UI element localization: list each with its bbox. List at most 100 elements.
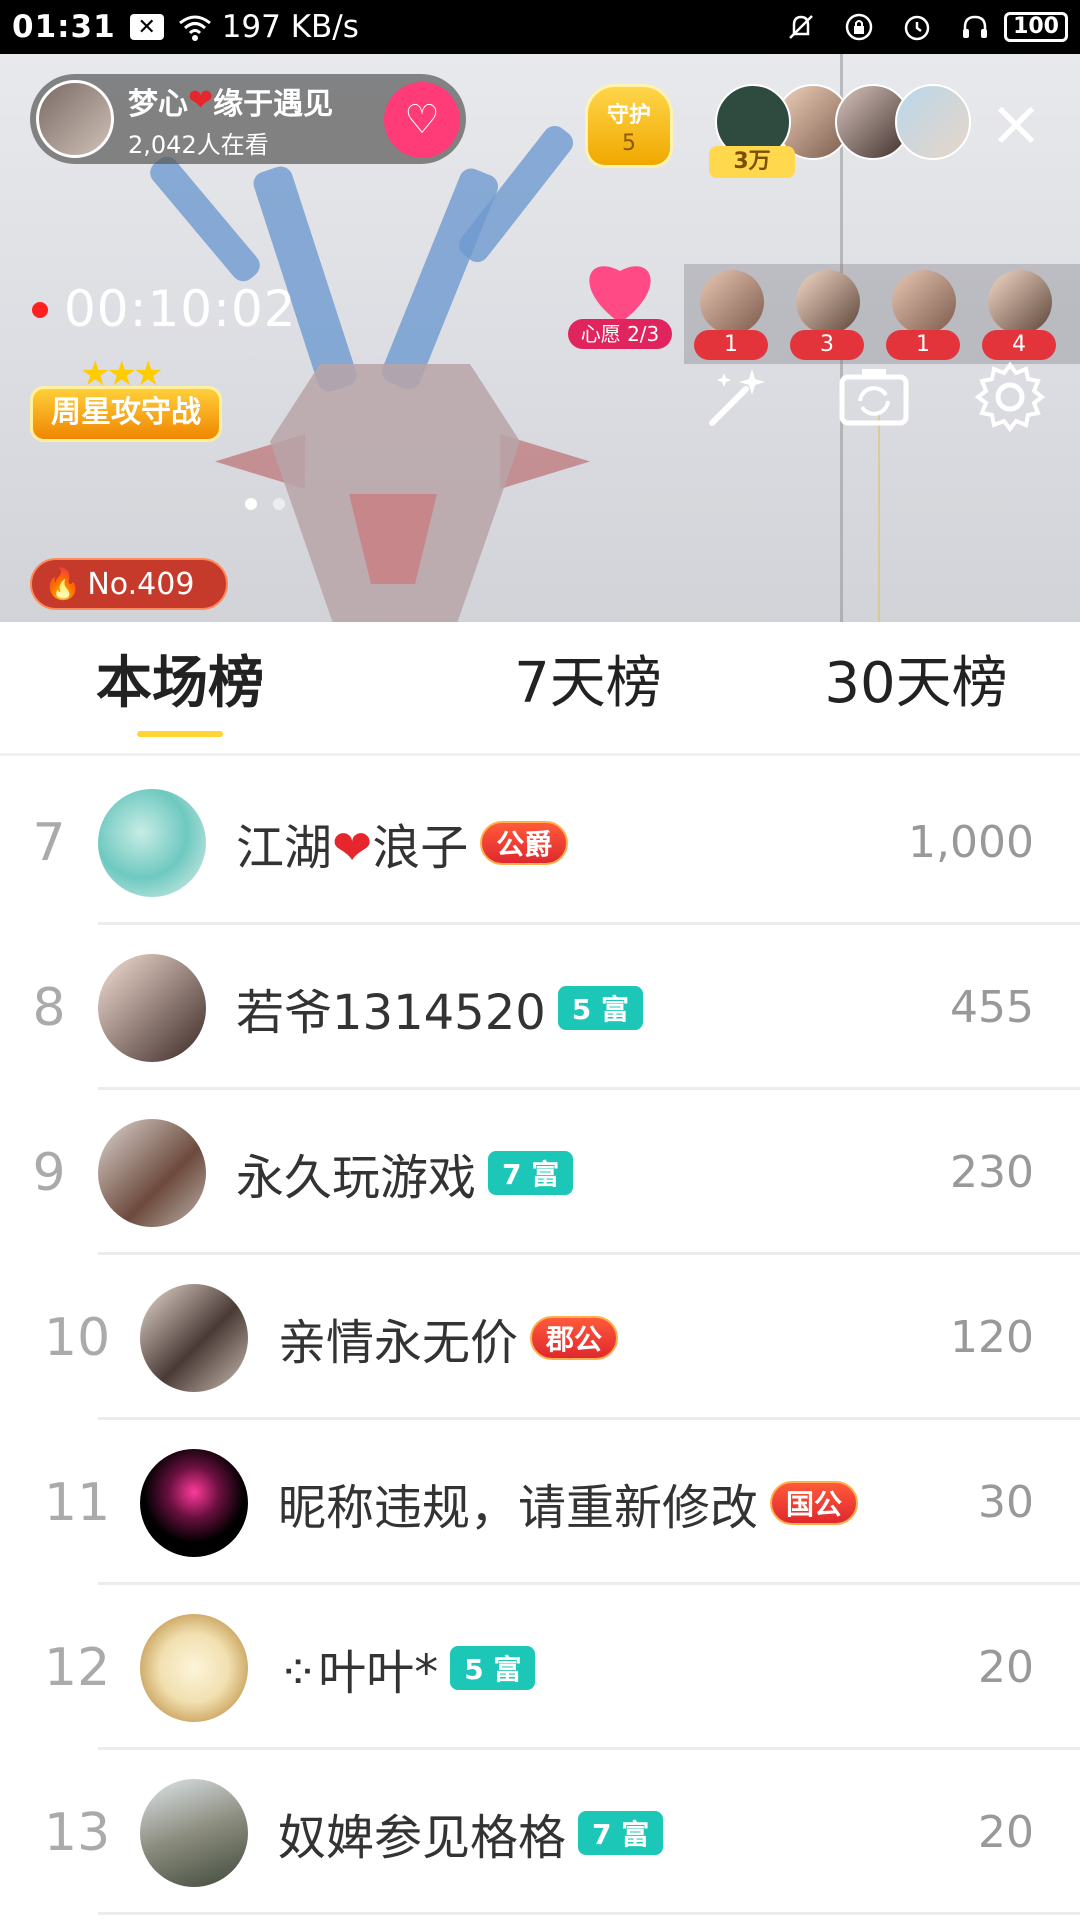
avatar[interactable] [98, 953, 206, 1062]
heart-icon: ❤ [188, 83, 214, 118]
notification-x-icon: ✕ [129, 14, 164, 40]
list-item[interactable]: 11 昵称违规，请重新修改 国公 30 [0, 1420, 1080, 1585]
contributor-avatar [796, 270, 860, 334]
magic-wand-icon[interactable] [700, 359, 776, 435]
top-viewers[interactable]: 3万 [709, 84, 971, 178]
user-name: ⁘叶叶* [278, 1644, 439, 1701]
viewer-avatar[interactable] [895, 84, 971, 160]
alarm-icon [902, 12, 932, 42]
rank-number: 7 [32, 812, 66, 873]
viewer-count: 2,042人在看 [128, 130, 269, 159]
score: 30 [978, 1477, 1034, 1528]
rich-level-badge: 5 富 [450, 1645, 536, 1690]
close-icon[interactable]: × [988, 92, 1044, 156]
user-name: 永久玩游戏 [236, 1149, 477, 1206]
guard-count: 5 [622, 131, 636, 156]
weekstar-badge[interactable]: ★★★ 周星攻守战 [30, 354, 222, 446]
rank-number: 10 [44, 1307, 111, 1368]
anchor-avatar[interactable] [36, 80, 114, 158]
anchor-name-part2: 缘于遇见 [213, 86, 334, 122]
hot-rank-label: No.409 [87, 566, 195, 602]
list-item[interactable]: 13 奴婢参见格格 7 富 20 [0, 1750, 1080, 1915]
contributor-count: 1 [886, 330, 960, 360]
gift-contributors[interactable]: 1 3 1 4 [684, 264, 1080, 364]
user-name-part1: 江湖 [236, 819, 333, 876]
avatar[interactable] [140, 1778, 248, 1887]
user-name: 江湖❤浪子 [236, 808, 468, 878]
deer-antler-left-branch [145, 151, 265, 287]
anchor-info[interactable]: 梦心 ❤ 缘于遇见 2,042人在看 ♡ [30, 74, 466, 164]
list-item[interactable]: 8 若爷1314520 5 富 455 [0, 925, 1080, 1090]
contributor-count: 3 [790, 330, 864, 360]
guard-badge[interactable]: 守护 5 [585, 84, 673, 168]
page-indicator [245, 498, 285, 510]
tab-30-days[interactable]: 30天榜 [752, 622, 1080, 753]
network-speed: 197 KB/s [221, 9, 359, 45]
list-item[interactable]: 7 江湖❤浪子 公爵 1,000 [0, 760, 1080, 925]
live-timer: 00:10:02 [64, 280, 297, 338]
rank-number: 12 [44, 1637, 111, 1698]
switch-camera-icon[interactable] [836, 359, 912, 435]
list-item[interactable]: 9 永久玩游戏 7 富 230 [0, 1090, 1080, 1255]
contributor-count: 4 [982, 330, 1056, 360]
status-bar: 01:31 ✕ 197 KB/s 100 [0, 0, 1080, 54]
guard-title: 守护 [606, 103, 651, 128]
flame-icon: 🔥 [44, 566, 82, 602]
list-item[interactable]: 10 亲情永无价 郡公 120 [0, 1255, 1080, 1420]
avatar[interactable] [140, 1283, 248, 1392]
wish-heart-icon [582, 259, 658, 323]
list-item[interactable]: 12 ⁘叶叶* 5 富 20 [0, 1585, 1080, 1750]
score: 1,000 [908, 817, 1034, 868]
user-name-part2: 浪子 [372, 819, 469, 876]
contributor-item[interactable]: 4 [976, 264, 1064, 360]
score: 20 [978, 1642, 1034, 1693]
user-name: 亲情永无价 [278, 1314, 519, 1371]
tab-7-days[interactable]: 7天榜 [424, 622, 752, 753]
noble-badge: 国公 [770, 1480, 859, 1525]
rank-number: 8 [32, 977, 66, 1038]
rich-level-badge: 7 富 [578, 1810, 664, 1855]
score: 120 [950, 1312, 1034, 1363]
background-wire [878, 414, 880, 622]
hot-rank-badge[interactable]: 🔥 No.409 [30, 558, 228, 610]
heart-icon: ❤ [332, 819, 373, 876]
top-viewer-badge: 3万 [709, 146, 795, 178]
score: 20 [978, 1807, 1034, 1858]
score: 455 [950, 982, 1034, 1033]
bell-off-icon [786, 12, 816, 42]
user-name: 奴婢参见格格 [278, 1809, 567, 1866]
ranking-list: 7 江湖❤浪子 公爵 1,000 8 若爷1314520 5 富 455 9 永… [0, 760, 1080, 1915]
avatar[interactable] [98, 1118, 206, 1227]
follow-heart-button[interactable]: ♡ [384, 82, 460, 158]
rank-number: 11 [44, 1472, 111, 1533]
avatar[interactable] [140, 1448, 248, 1557]
tab-current-session[interactable]: 本场榜 [0, 622, 424, 753]
page-dot [273, 498, 285, 510]
avatar[interactable] [140, 1613, 248, 1722]
contributor-avatar [988, 270, 1052, 334]
contributor-item[interactable]: 3 [784, 264, 872, 360]
recording-dot [32, 302, 48, 318]
avatar[interactable] [98, 788, 206, 897]
ranking-tabs: 本场榜 7天榜 30天榜 [0, 622, 1080, 756]
contributor-avatar [892, 270, 956, 334]
deer-antler-left [250, 163, 360, 395]
user-name: 若爷1314520 [236, 984, 546, 1041]
wifi-icon [178, 13, 212, 41]
wish-widget[interactable]: 心愿 2/3 [568, 259, 672, 355]
rich-level-badge: 5 富 [557, 985, 644, 1030]
contributor-count: 1 [694, 330, 768, 360]
rank-number: 9 [32, 1142, 66, 1203]
status-time: 01:31 [12, 9, 116, 45]
page-dot-active [245, 498, 257, 510]
live-video[interactable]: 梦心 ❤ 缘于遇见 2,042人在看 ♡ 守护 5 3万 × 00:10:02 心愿… [0, 54, 1080, 622]
settings-gear-icon[interactable] [972, 359, 1048, 435]
headphones-icon [960, 12, 990, 42]
rich-level-badge: 7 富 [488, 1150, 574, 1195]
contributor-item[interactable]: 1 [880, 264, 968, 360]
contributor-item[interactable]: 1 [688, 264, 776, 360]
wish-label: 心愿 2/3 [568, 319, 672, 349]
anchor-name: 梦心 ❤ 缘于遇见 [128, 79, 333, 123]
noble-badge: 郡公 [530, 1315, 619, 1360]
score: 230 [950, 1147, 1034, 1198]
